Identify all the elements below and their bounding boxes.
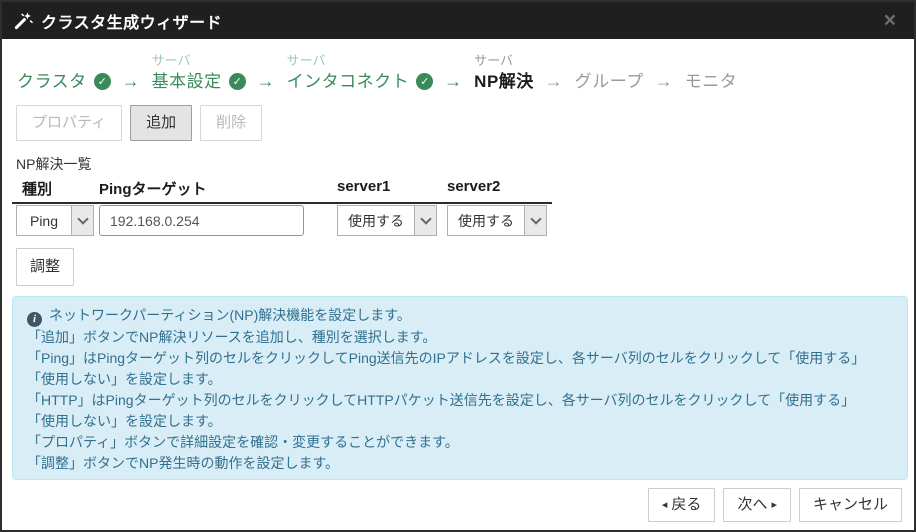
- step-arrow-icon: →: [545, 70, 563, 92]
- info-text: ネットワークパーティション(NP)解決機能を設定します。: [49, 307, 411, 323]
- step-complete-check-icon: ✓: [94, 73, 111, 90]
- step-label[interactable]: クラスタ: [17, 70, 87, 94]
- back-button[interactable]: ◂ 戻る: [648, 488, 716, 522]
- step-sublabel: サーバ: [287, 51, 326, 70]
- next-button-label: 次へ: [737, 496, 767, 514]
- chevron-down-icon[interactable]: [524, 206, 546, 235]
- next-arrow-icon: ▸: [771, 500, 777, 511]
- step-arrow-icon: →: [122, 70, 140, 92]
- info-line: 「Ping」はPingターゲット列のセルをクリックしてPing送信先のIPアドレ…: [27, 348, 893, 369]
- add-button[interactable]: 追加: [130, 105, 192, 141]
- back-arrow-icon: ◂: [662, 500, 668, 511]
- wizard-steps: クラスタ ✓ → サーバ 基本設定 ✓ → サーバ インタコネクト ✓ → サー…: [16, 48, 737, 94]
- info-line: 「追加」ボタンでNP解決リソースを追加し、種別を選択します。: [27, 327, 893, 348]
- info-line: 「HTTP」はPingターゲット列のセルをクリックしてHTTPパケット送信先を設…: [27, 390, 893, 411]
- property-button[interactable]: プロパティ: [16, 105, 122, 141]
- type-select-value: Ping: [17, 206, 71, 235]
- dialog-title: クラスタ生成ウィザード: [41, 9, 222, 33]
- server1-use-select[interactable]: 使用する: [337, 205, 437, 236]
- cluster-wizard-dialog: クラスタ生成ウィザード × クラスタ ✓ → サーバ 基本設定 ✓ → サーバ …: [0, 0, 916, 532]
- cancel-button-label: キャンセル: [813, 496, 888, 514]
- server2-use-select[interactable]: 使用する: [447, 205, 547, 236]
- magic-wand-icon: [14, 11, 33, 30]
- step-complete-check-icon: ✓: [416, 73, 433, 90]
- column-header-server1: server1: [337, 178, 447, 199]
- server2-select-value: 使用する: [448, 206, 524, 235]
- info-line: i ネットワークパーティション(NP)解決機能を設定します。: [27, 305, 893, 327]
- info-box: i ネットワークパーティション(NP)解決機能を設定します。 「追加」ボタンでNP…: [12, 296, 908, 480]
- type-select[interactable]: Ping: [16, 205, 94, 236]
- step-arrow-icon: →: [257, 70, 275, 92]
- delete-button[interactable]: 削除: [200, 105, 262, 141]
- step-label: グループ: [575, 70, 644, 94]
- server1-select-value: 使用する: [338, 206, 414, 235]
- chevron-down-icon[interactable]: [414, 206, 436, 235]
- step-arrow-icon: →: [655, 70, 673, 92]
- step-interconnect[interactable]: サーバ インタコネクト: [286, 51, 410, 94]
- column-header-server2: server2: [447, 178, 552, 199]
- info-line: 「使用しない」を設定します。: [27, 411, 893, 432]
- step-sublabel: サーバ: [152, 51, 191, 70]
- footer-buttons: ◂ 戻る 次へ ▸ キャンセル: [648, 488, 902, 522]
- close-button[interactable]: ×: [878, 8, 902, 33]
- cancel-button[interactable]: キャンセル: [799, 488, 902, 522]
- table-row: Ping 使用する 使用する: [16, 205, 552, 236]
- next-button[interactable]: 次へ ▸: [723, 488, 791, 522]
- title-bar: クラスタ生成ウィザード ×: [2, 2, 914, 39]
- step-label[interactable]: インタコネクト: [287, 70, 410, 94]
- toolbar: プロパティ 追加 削除: [16, 105, 262, 141]
- step-np-resolution: サーバ NP解決: [473, 51, 534, 94]
- info-line: 「プロパティ」ボタンで詳細設定を確認・変更することができます。: [27, 432, 893, 453]
- np-list-caption: NP解決一覧: [16, 154, 91, 174]
- info-line: 「調整」ボタンでNP発生時の動作を設定します。: [27, 453, 893, 474]
- step-group: グループ: [574, 51, 644, 94]
- step-label[interactable]: 基本設定: [152, 70, 222, 94]
- step-arrow-icon: →: [444, 70, 462, 92]
- info-line: 「使用しない」を設定します。: [27, 369, 893, 390]
- column-header-ping-target: Pingターゲット: [99, 178, 337, 199]
- step-monitor: モニタ: [684, 51, 738, 94]
- step-complete-check-icon: ✓: [229, 73, 246, 90]
- step-sublabel: サーバ: [474, 51, 513, 70]
- step-cluster[interactable]: クラスタ: [16, 51, 87, 94]
- ping-target-input[interactable]: [99, 205, 304, 236]
- chevron-down-icon[interactable]: [71, 206, 93, 235]
- info-icon: i: [27, 312, 42, 327]
- np-table-header: 種別 Pingターゲット server1 server2: [12, 178, 552, 204]
- step-label: NP解決: [474, 70, 534, 94]
- back-button-label: 戻る: [671, 496, 701, 514]
- column-header-type: 種別: [12, 178, 99, 199]
- step-basic-settings[interactable]: サーバ 基本設定: [151, 51, 222, 94]
- tune-button[interactable]: 調整: [16, 248, 74, 286]
- step-label: モニタ: [685, 70, 738, 94]
